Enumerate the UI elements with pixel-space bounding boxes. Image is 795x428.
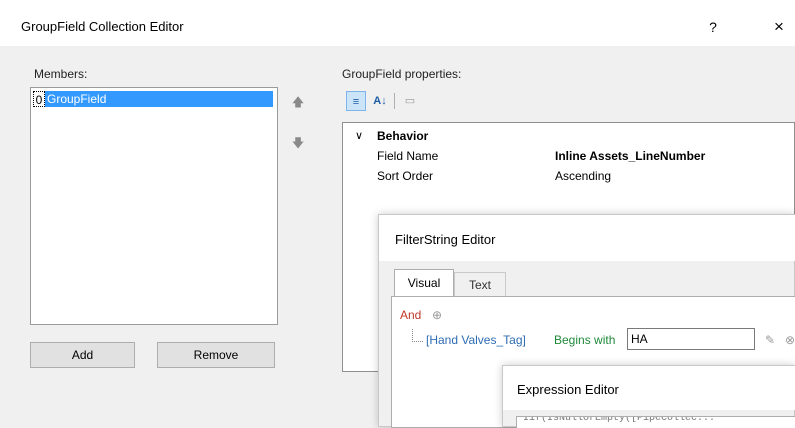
property-row-sort-order[interactable]: Sort Order Ascending	[343, 167, 795, 185]
condition-operator[interactable]: Begins with	[554, 333, 615, 347]
add-condition-icon[interactable]: ⊕	[432, 308, 442, 322]
categorized-icon[interactable]: ≡	[346, 91, 366, 111]
member-name[interactable]: GroupField	[45, 91, 273, 107]
property-value[interactable]: Ascending	[555, 167, 611, 185]
window-title: GroupField Collection Editor	[21, 19, 184, 34]
filter-dialog-title: FilterString Editor	[395, 232, 496, 247]
remove-button[interactable]: Remove	[157, 342, 275, 368]
property-grid-toolbar: ≡ A↓ ▭	[342, 87, 452, 115]
tree-connector	[412, 329, 423, 342]
pencil-icon[interactable]: ✎	[765, 333, 775, 347]
members-list[interactable]: 0 GroupField	[30, 87, 278, 325]
property-name: Sort Order	[377, 169, 434, 183]
move-down-button[interactable]: 🡇	[287, 132, 309, 154]
move-up-button[interactable]: 🡅	[287, 91, 309, 113]
close-button[interactable]: ×	[766, 14, 792, 40]
sort-alphabetical-icon[interactable]: A↓	[370, 91, 390, 111]
properties-label: GroupField properties:	[342, 67, 462, 81]
members-label: Members:	[34, 67, 88, 81]
condition-field[interactable]: [Hand Valves_Tag]	[426, 333, 526, 347]
chevron-down-icon[interactable]: ∨	[355, 127, 363, 145]
remove-condition-icon[interactable]: ⊗	[785, 333, 795, 347]
arrow-up-icon: 🡅	[291, 95, 305, 109]
expression-dialog-header: Expression Editor	[503, 366, 795, 410]
help-button[interactable]: ?	[700, 14, 726, 40]
condition-value-input[interactable]: HA	[627, 328, 755, 350]
tab-text[interactable]: Text	[454, 272, 506, 297]
expression-text: Iif(IsNullOrEmpty([PipeCollec...	[523, 416, 716, 424]
expression-editor-dialog: Expression Editor Iif(IsNullOrEmpty([Pip…	[502, 365, 795, 428]
property-row-field-name[interactable]: Field Name Inline Assets_LineNumber	[343, 147, 795, 165]
category-row[interactable]: ∨ Behavior	[343, 127, 795, 145]
list-item[interactable]: 0 GroupField	[33, 91, 273, 107]
title-bar: GroupField Collection Editor ? ×	[0, 0, 795, 46]
property-name: Field Name	[377, 149, 439, 163]
arrow-down-icon: 🡇	[291, 136, 305, 150]
toolbar-separator	[394, 93, 395, 109]
tab-visual[interactable]: Visual	[394, 269, 454, 297]
expression-dialog-title: Expression Editor	[517, 382, 619, 397]
group-operator[interactable]: And	[400, 308, 421, 322]
category-label: Behavior	[377, 129, 429, 143]
member-index: 0	[33, 91, 45, 107]
filter-dialog-header: FilterString Editor	[379, 215, 795, 261]
property-value[interactable]: Inline Assets_LineNumber	[555, 147, 705, 165]
property-pages-icon[interactable]: ▭	[400, 91, 420, 111]
expression-input[interactable]: Iif(IsNullOrEmpty([PipeCollec...	[516, 416, 795, 428]
add-button[interactable]: Add	[30, 342, 135, 368]
